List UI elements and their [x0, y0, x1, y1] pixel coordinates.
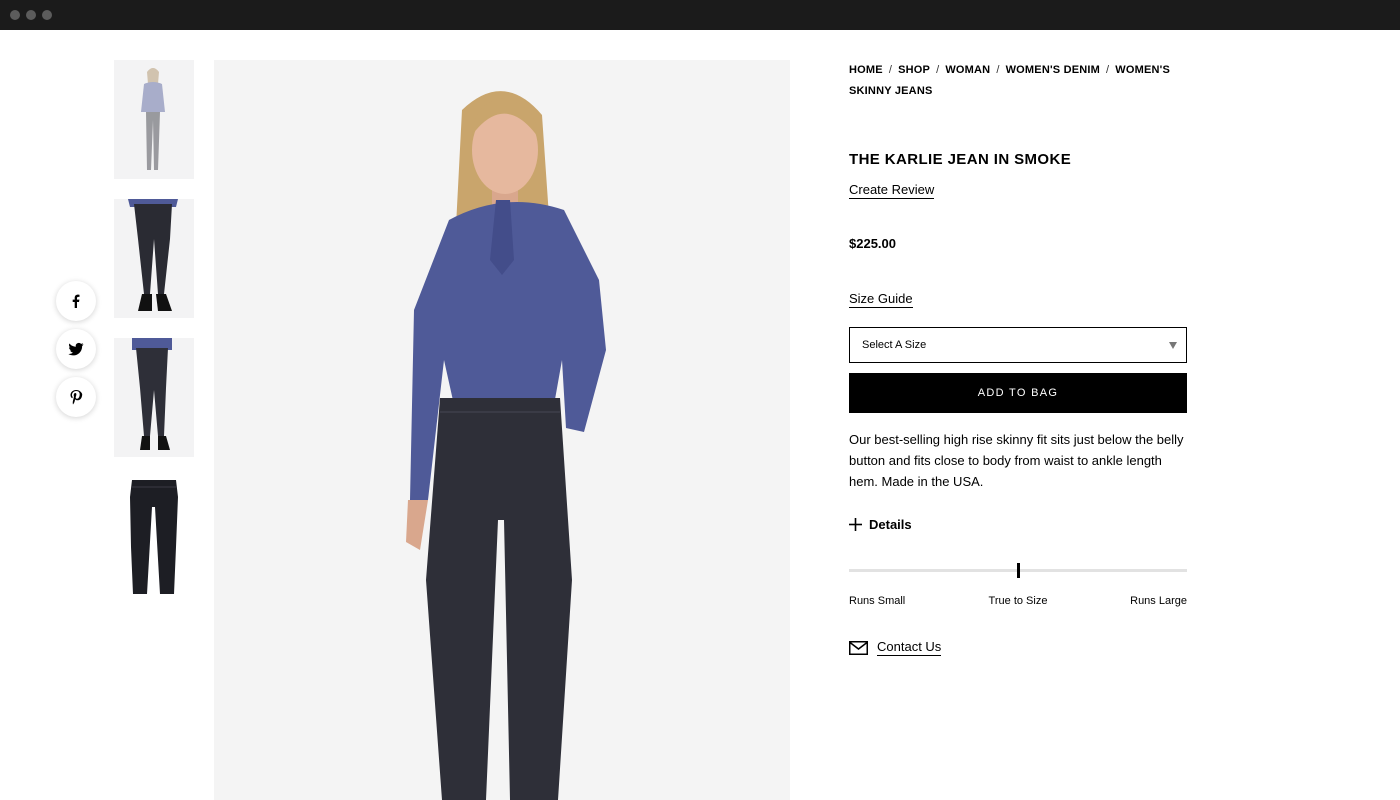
- size-guide-link[interactable]: Size Guide: [849, 291, 913, 308]
- fit-label-runs-large: Runs Large: [1130, 595, 1187, 607]
- breadcrumb-woman[interactable]: WOMAN: [945, 64, 990, 76]
- product-thumbnail-back[interactable]: [114, 199, 194, 318]
- pinterest-share-button[interactable]: [56, 377, 96, 417]
- facebook-share-button[interactable]: [56, 281, 96, 321]
- contact-us-link[interactable]: Contact Us: [877, 639, 942, 656]
- twitter-icon: [68, 342, 84, 356]
- breadcrumb-home[interactable]: HOME: [849, 64, 883, 76]
- fit-label-true-to-size: True to Size: [988, 595, 1048, 607]
- mail-icon: [849, 640, 868, 655]
- window-minimize-dot[interactable]: [26, 10, 36, 20]
- size-select-value: Select A Size: [862, 339, 927, 351]
- fit-scale-labels: Runs Small True to Size Runs Large: [849, 595, 1187, 609]
- facebook-icon: [72, 294, 80, 308]
- window-titlebar: [0, 0, 1400, 30]
- contact-row: Contact Us: [849, 639, 942, 656]
- fit-scale-marker: [1017, 563, 1020, 578]
- product-main-image[interactable]: [214, 60, 790, 800]
- details-toggle[interactable]: Details: [849, 517, 912, 532]
- breadcrumb-shop[interactable]: SHOP: [898, 64, 930, 76]
- product-title: THE KARLIE JEAN IN SMOKE: [849, 151, 1072, 168]
- window-zoom-dot[interactable]: [42, 10, 52, 20]
- breadcrumb-separator: /: [936, 64, 940, 76]
- details-label: Details: [869, 517, 912, 532]
- breadcrumb-separator: /: [1106, 64, 1110, 76]
- fit-scale-track: [849, 563, 1187, 578]
- twitter-share-button[interactable]: [56, 329, 96, 369]
- product-thumbnail-front[interactable]: [114, 60, 194, 179]
- product-info-panel: HOME / SHOP / WOMAN / WOMEN'S DENIM / WOMEN'S SK…: [849, 60, 1187, 656]
- product-description: Our best-selling high rise skinny fit si…: [849, 432, 1184, 489]
- pinterest-icon: [70, 390, 83, 405]
- window-close-dot[interactable]: [10, 10, 20, 20]
- chevron-down-icon: [1169, 342, 1177, 349]
- plus-icon: [849, 518, 862, 531]
- breadcrumb-separator: /: [888, 64, 893, 76]
- breadcrumb-separator: /: [996, 64, 1000, 76]
- product-thumbnail-side[interactable]: [114, 338, 194, 457]
- breadcrumb: HOME / SHOP / WOMAN / WOMEN'S DENIM / WOMEN'S SK…: [849, 60, 1187, 102]
- add-to-bag-button[interactable]: ADD TO BAG: [849, 373, 1187, 413]
- size-select[interactable]: Select A Size: [849, 327, 1187, 363]
- fit-label-runs-small: Runs Small: [849, 595, 906, 607]
- breadcrumb-womens-denim[interactable]: WOMEN'S DENIM: [1006, 64, 1100, 76]
- product-price: $225.00: [849, 236, 896, 251]
- create-review-link[interactable]: Create Review: [849, 182, 935, 199]
- product-thumbnail-flat[interactable]: [114, 477, 194, 596]
